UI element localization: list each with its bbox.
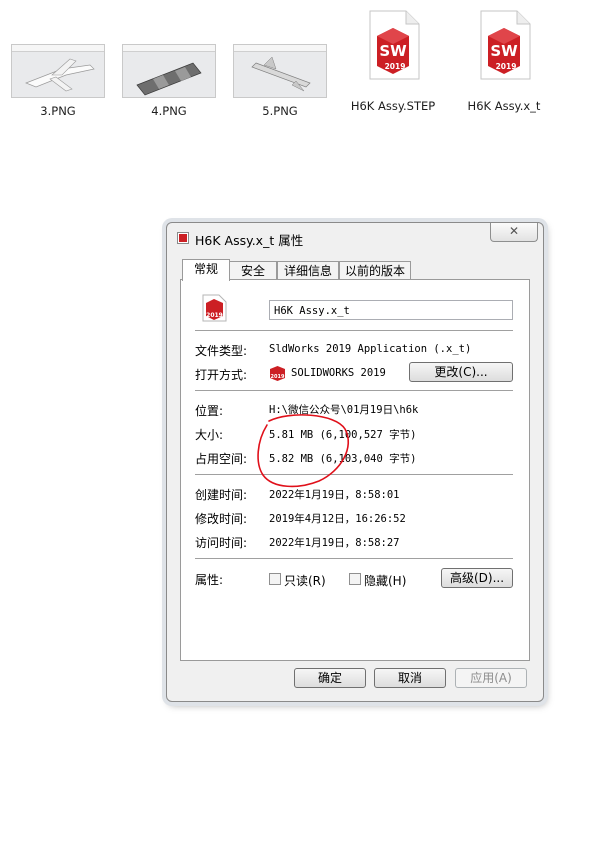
red-annotation-circle xyxy=(257,414,350,488)
ok-button[interactable]: 确定 xyxy=(294,668,366,688)
readonly-checkbox[interactable] xyxy=(269,573,281,585)
sw-badge: SW xyxy=(490,42,518,60)
tab-general[interactable]: 常规 xyxy=(182,259,230,281)
file-type-value: SldWorks 2019 Application (.x_t) xyxy=(269,343,472,355)
tab-details[interactable]: 详细信息 xyxy=(277,261,339,280)
open-with-label: 打开方式: xyxy=(195,368,248,382)
divider xyxy=(195,330,513,331)
aircraft-thumbnail xyxy=(11,44,105,98)
hidden-label[interactable]: 隐藏(H) xyxy=(364,572,406,589)
file-name: 3.PNG xyxy=(40,104,76,118)
close-button[interactable]: ✕ xyxy=(490,223,538,242)
close-icon: ✕ xyxy=(508,224,520,238)
modified-label: 修改时间: xyxy=(195,512,248,526)
file-name: 4.PNG xyxy=(151,104,187,118)
missile-thumbnail xyxy=(233,44,327,98)
readonly-label[interactable]: 只读(R) xyxy=(284,572,326,589)
solidworks-file-icon: SW 2019 xyxy=(477,10,531,80)
file-4-png[interactable]: 4.PNG xyxy=(122,44,216,118)
advanced-button[interactable]: 高级(D)... xyxy=(441,568,513,588)
file-name: H6K Assy.STEP xyxy=(350,99,436,113)
file-name: 5.PNG xyxy=(262,104,298,118)
disk-size-label: 占用空间: xyxy=(195,452,248,466)
file-5-png[interactable]: 5.PNG xyxy=(233,44,327,118)
accessed-value: 2022年1月19日，8:58:27 xyxy=(269,537,400,549)
divider xyxy=(195,558,513,559)
modified-value: 2019年4月12日，16:26:52 xyxy=(269,513,406,525)
file-h6k-step[interactable]: SW 2019 H6K Assy.STEP xyxy=(345,10,441,113)
solidworks-file-icon: SW 2019 xyxy=(366,10,420,80)
size-label: 大小: xyxy=(195,428,224,442)
created-label: 创建时间: xyxy=(195,488,248,502)
general-tab-panel: 2019 H6K Assy.x_t 文件类型: SldWorks 2019 Ap… xyxy=(180,279,530,661)
location-label: 位置: xyxy=(195,404,224,418)
file-3-png[interactable]: 3.PNG xyxy=(11,44,105,118)
accessed-label: 访问时间: xyxy=(195,536,248,550)
dialog-title: H6K Assy.x_t 属性 xyxy=(195,233,304,248)
file-h6k-xt[interactable]: SW 2019 H6K Assy.x_t xyxy=(456,10,552,113)
file-name: H6K Assy.x_t xyxy=(467,99,541,113)
change-button[interactable]: 更改(C)... xyxy=(409,362,513,382)
cancel-button[interactable]: 取消 xyxy=(374,668,446,688)
apply-button[interactable]: 应用(A) xyxy=(455,668,527,688)
hidden-checkbox[interactable] xyxy=(349,573,361,585)
tab-previous-versions[interactable]: 以前的版本 xyxy=(339,261,411,280)
sw-year: 2019 xyxy=(385,62,406,71)
title-bar[interactable]: H6K Assy.x_t 属性 ✕ xyxy=(167,223,543,253)
open-with-value: SOLIDWORKS 2019 xyxy=(291,367,386,379)
file-type-label: 文件类型: xyxy=(195,344,248,358)
divider xyxy=(195,390,513,391)
sw-year: 2019 xyxy=(206,312,223,319)
solidworks-app-icon: 2019 xyxy=(270,366,285,381)
sw-year: 2019 xyxy=(271,374,285,380)
tab-security[interactable]: 安全 xyxy=(229,261,277,280)
file-name-input[interactable]: H6K Assy.x_t xyxy=(269,300,513,320)
sw-badge: SW xyxy=(379,42,407,60)
properties-dialog: H6K Assy.x_t 属性 ✕ 常规 安全 详细信息 以前的版本 2019 … xyxy=(166,222,544,702)
cylinder-thumbnail xyxy=(122,44,216,98)
sw-year: 2019 xyxy=(496,62,517,71)
solidworks-small-icon xyxy=(177,232,189,244)
file-type-icon: 2019 xyxy=(202,294,227,322)
attributes-label: 属性: xyxy=(195,573,224,587)
